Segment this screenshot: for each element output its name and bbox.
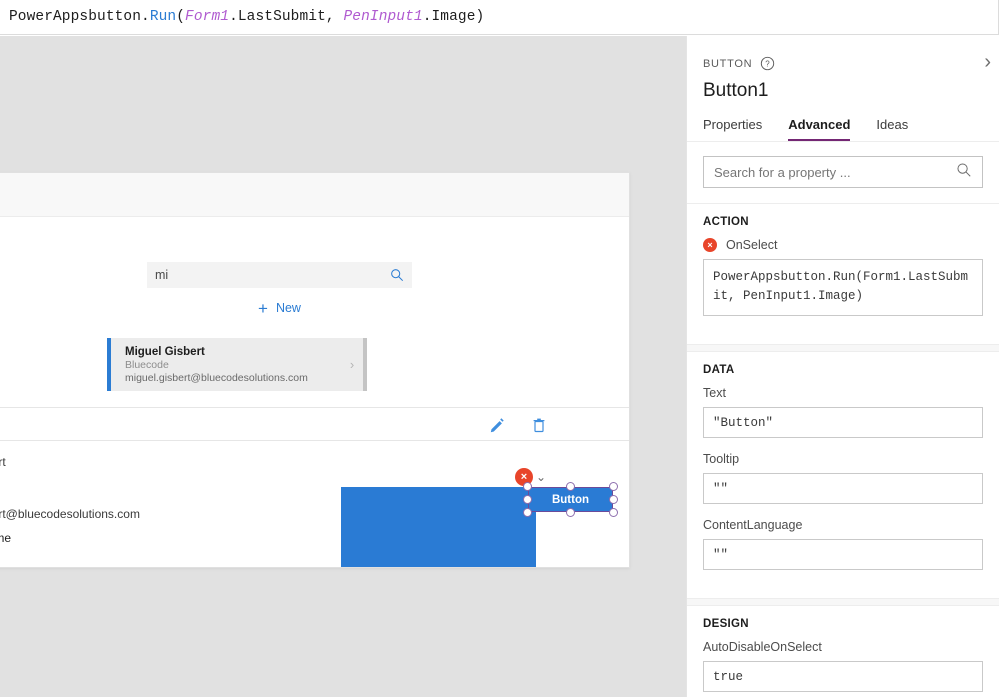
- resize-handle-top-left[interactable]: [523, 482, 532, 491]
- search-icon: [956, 162, 972, 183]
- section-body-design: AutoDisableOnSelect true: [687, 640, 999, 697]
- resize-handle-top-center[interactable]: [566, 482, 575, 491]
- formula-token-ctrl: Form1: [185, 9, 230, 25]
- formula-token-fn: Run: [149, 9, 177, 25]
- section-body-data: Text "Button" Tooltip "" ContentLanguage "": [687, 386, 999, 598]
- section-heading-action: ACTION: [703, 216, 749, 228]
- app-canvas[interactable]: mi + New Miguel Gisbert Bluecode miguel.: [0, 36, 686, 697]
- plus-icon: +: [258, 298, 268, 318]
- tab-advanced[interactable]: Advanced: [788, 117, 851, 141]
- formula-token-plain: (: [176, 9, 186, 25]
- svg-text:?: ?: [766, 60, 771, 69]
- detail-titlebar: ert: [0, 409, 629, 441]
- detail-field-lastname: lame: [0, 531, 12, 545]
- section-body-action: × OnSelect PowerAppsbutton.Run(Form1.LastS…: [687, 238, 999, 344]
- panel-collapse-chevron-right-icon[interactable]: ›: [984, 52, 991, 72]
- section-heading-data: DATA: [703, 363, 735, 376]
- resize-handle-top-right[interactable]: [609, 482, 618, 491]
- browse-screen: mi + New Miguel Gisbert Bluecode miguel.: [0, 218, 629, 408]
- property-row: Text "Button": [703, 386, 983, 438]
- gallery-scrollbar[interactable]: [363, 338, 367, 391]
- formula-token-plain: PowerAppsbutton.: [9, 9, 150, 25]
- property-label-contentlanguage: ContentLanguage: [703, 517, 803, 532]
- tab-properties[interactable]: Properties: [703, 117, 762, 141]
- property-search-input[interactable]: Search for a property ...: [703, 156, 983, 188]
- property-label-row: AutoDisableOnSelect: [703, 640, 983, 654]
- help-circle-icon[interactable]: ?: [760, 56, 775, 71]
- resize-handle-bottom-right[interactable]: [609, 508, 618, 517]
- gallery-item-title: Miguel Gisbert: [125, 345, 205, 358]
- property-label-row: Tooltip: [703, 452, 983, 466]
- property-input-contentlanguage[interactable]: "": [703, 538, 983, 570]
- search-icon: [390, 268, 404, 282]
- detail-field-email: bert@bluecodesolutions.com: [0, 507, 140, 521]
- button-control-label: Button: [551, 493, 590, 506]
- resize-handle-bottom-left[interactable]: [523, 508, 532, 517]
- property-input-tooltip[interactable]: "": [703, 472, 983, 504]
- new-item-button[interactable]: + New: [147, 298, 412, 318]
- property-label-row: × OnSelect: [703, 238, 983, 252]
- formula-token-ctrl: PenInput1: [343, 9, 423, 25]
- property-search-wrap: Search for a property ...: [687, 142, 999, 204]
- gallery-search-value: mi: [155, 268, 169, 282]
- property-input-text[interactable]: "Button": [703, 406, 983, 438]
- app-header-band: [0, 173, 629, 217]
- formula-token-plain: .Image): [422, 9, 485, 25]
- property-error-icon[interactable]: ×: [703, 238, 717, 252]
- panel-sections: ACTION × OnSelect PowerAppsbutton.Run(Form1…: [687, 204, 999, 697]
- formula-bar[interactable]: PowerAppsbutton.Run(Form1.LastSubmit, Pe…: [0, 0, 999, 35]
- panel-control-type: BUTTON: [703, 57, 753, 70]
- gallery-item-subtitle: Bluecode: [125, 358, 169, 371]
- section-separator: [687, 343, 999, 352]
- detail-actions: [489, 417, 547, 433]
- property-label-tooltip: Tooltip: [703, 451, 740, 466]
- property-input-autodisableonselect[interactable]: true: [703, 660, 983, 692]
- section-separator: [687, 597, 999, 606]
- panel-title: Button1: [703, 80, 769, 101]
- property-label-row: Text: [703, 386, 983, 400]
- pencil-icon[interactable]: [489, 417, 505, 433]
- detail-field-name: bert: [0, 455, 6, 469]
- pen-input-drawing-surface[interactable]: [341, 487, 536, 567]
- property-row: AutoDisableOnSelect true: [703, 640, 983, 692]
- panel-kicker-row: BUTTON ?: [703, 56, 983, 71]
- property-row: × OnSelect PowerAppsbutton.Run(Form1.LastS…: [703, 238, 983, 316]
- property-input-onselect[interactable]: PowerAppsbutton.Run(Form1.LastSubmit, Pe…: [703, 259, 983, 316]
- chevron-right-icon[interactable]: ›: [341, 357, 363, 372]
- panel-tabs: Properties Advanced Ideas: [687, 117, 999, 142]
- gallery-search-input[interactable]: mi: [147, 262, 412, 288]
- property-label-autodisableonselect: AutoDisableOnSelect: [703, 639, 822, 654]
- properties-panel: BUTTON ? › Button1 Properties Advanced Ide…: [686, 36, 999, 697]
- gallery-item-text: Miguel Gisbert Bluecode miguel.gisbert@b…: [111, 346, 341, 384]
- formula-bar-text[interactable]: PowerAppsbutton.Run(Form1.LastSubmit, Pe…: [9, 9, 484, 25]
- property-row: ContentLanguage "": [703, 518, 983, 570]
- pen-input-control[interactable]: [341, 487, 536, 567]
- trash-icon[interactable]: [531, 417, 547, 433]
- resize-handle-middle-right[interactable]: [609, 495, 618, 504]
- gallery-list-item[interactable]: Miguel Gisbert Bluecode miguel.gisbert@b…: [107, 338, 367, 391]
- tab-ideas[interactable]: Ideas: [876, 117, 908, 141]
- property-label-row: ContentLanguage: [703, 518, 983, 532]
- control-chevron-down-icon[interactable]: ⌄: [536, 470, 546, 484]
- section-heading-design: DESIGN: [703, 617, 749, 630]
- detail-form-fields: bert bert@bluecodesolutions.com lame: [0, 455, 140, 545]
- property-row: Tooltip "": [703, 452, 983, 504]
- property-label-text: Text: [703, 385, 726, 400]
- formula-token-plain: .LastSubmit,: [229, 9, 344, 25]
- property-label-onselect: OnSelect: [726, 238, 778, 252]
- resize-handle-middle-left[interactable]: [523, 495, 532, 504]
- resize-handle-bottom-center[interactable]: [566, 508, 575, 517]
- panel-header: BUTTON ? › Button1: [687, 36, 999, 102]
- selected-button-control[interactable]: Button: [523, 482, 618, 517]
- property-search-placeholder: Search for a property ...: [714, 164, 851, 180]
- new-item-label: New: [275, 301, 301, 315]
- gallery-item-email: miguel.gisbert@bluecodesolutions.com: [125, 371, 308, 384]
